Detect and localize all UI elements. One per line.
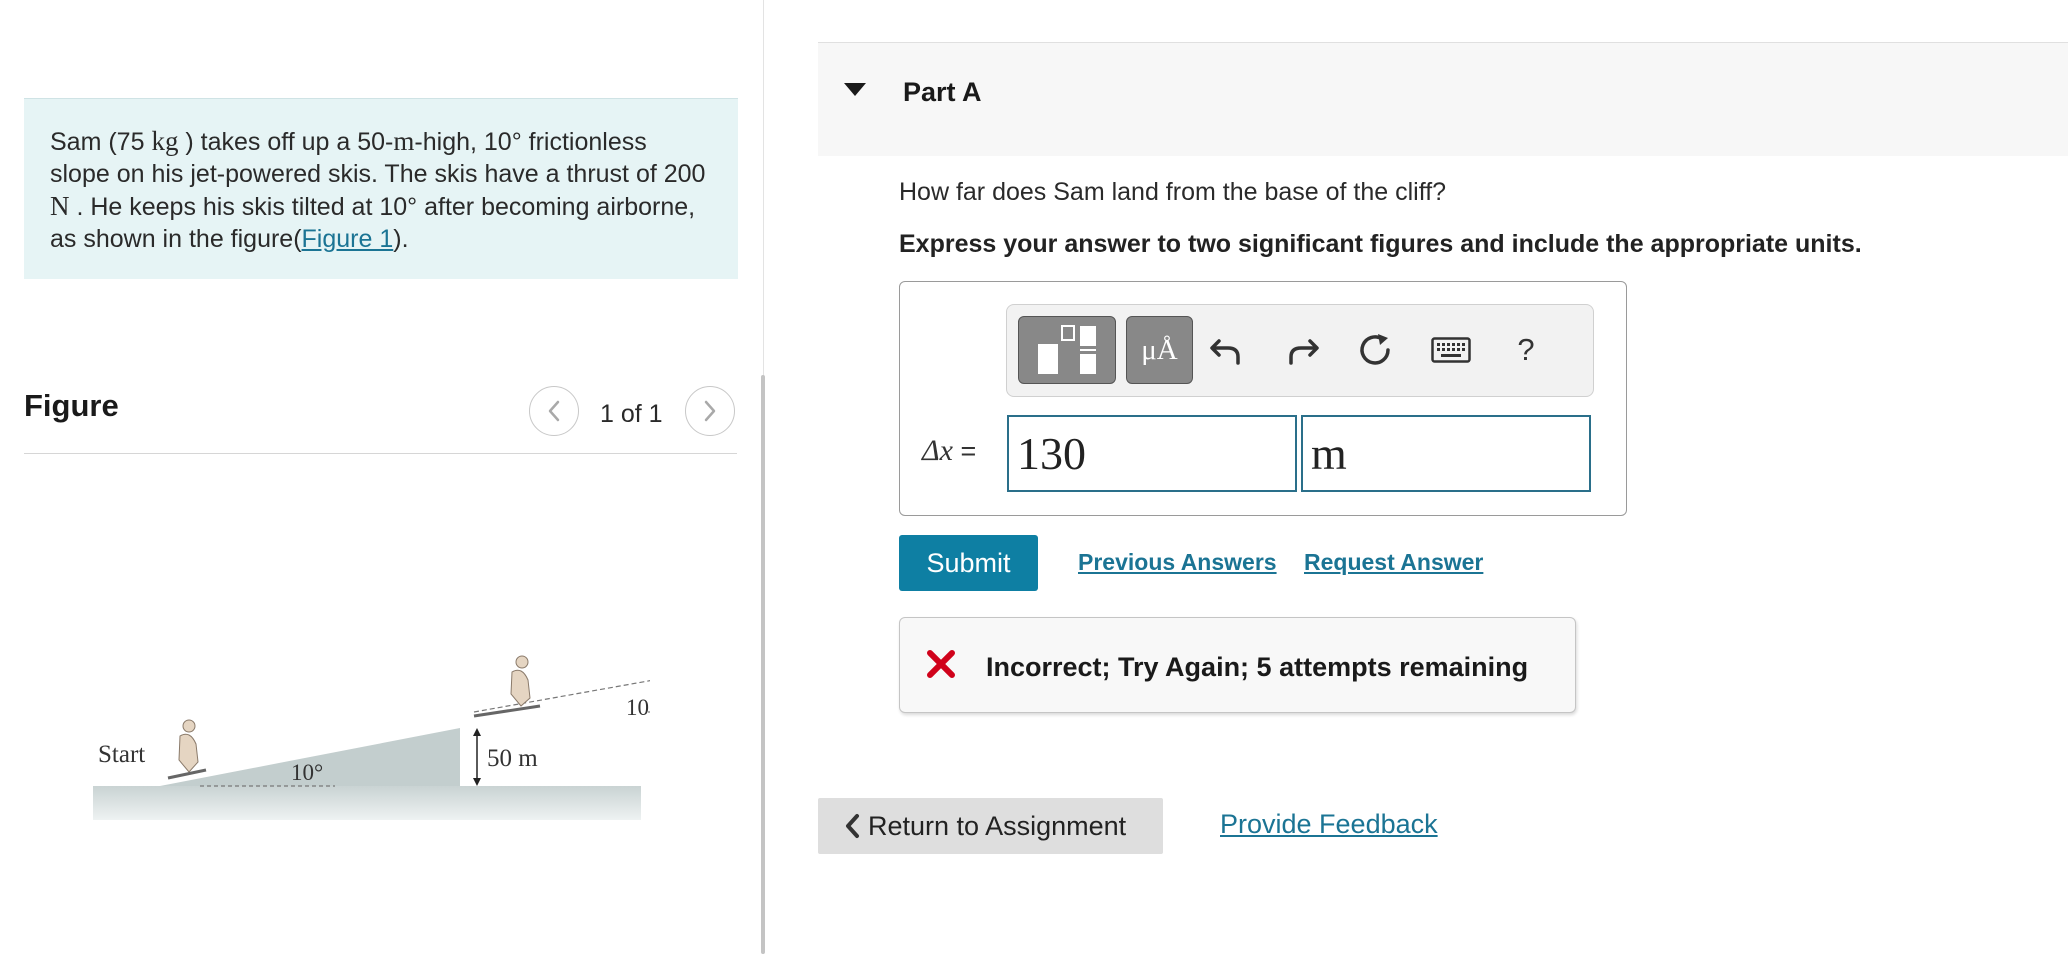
- chevron-left-icon: [548, 400, 560, 422]
- problem-text: ).: [393, 225, 409, 253]
- answer-panel: μÅ ? Δx = 130 m: [899, 281, 1627, 516]
- request-answer-link[interactable]: Request Answer: [1304, 549, 1483, 576]
- part-title: Part A: [903, 77, 982, 107]
- question-text: How far does Sam land from the base of t…: [899, 178, 1447, 206]
- feedback-message: Incorrect; Try Again; 5 attempts remaini…: [986, 652, 1529, 682]
- submit-button[interactable]: Submit: [899, 535, 1038, 591]
- skier-start: [167, 719, 207, 780]
- chevron-left-icon: [846, 814, 859, 838]
- problem-statement: Sam (75 kg ) takes off up a 50-m-high, 1…: [24, 98, 738, 279]
- collapse-caret-icon[interactable]: [844, 83, 866, 97]
- height-unit: m: [393, 126, 415, 156]
- problem-text: ) takes off up a 50-: [178, 128, 394, 156]
- undo-icon: [1210, 339, 1240, 365]
- height-label: 50 m: [487, 745, 538, 772]
- chevron-right-icon: [704, 400, 716, 422]
- figure-page-count: 1 of 1: [600, 400, 663, 428]
- answer-value-input[interactable]: 130: [1007, 415, 1297, 492]
- templates-icon: [1038, 325, 1096, 374]
- help-button[interactable]: ?: [1503, 327, 1549, 373]
- keyboard-icon: [1431, 337, 1471, 363]
- return-to-assignment-button[interactable]: Return to Assignment: [818, 798, 1163, 854]
- next-figure-button[interactable]: [685, 386, 735, 436]
- ground: [93, 786, 641, 820]
- figure-link[interactable]: Figure 1: [302, 225, 394, 253]
- slope-angle-label: 10°: [291, 760, 323, 785]
- jet-angle-label: 10°: [626, 695, 650, 720]
- figure-header: Figure 1 of 1: [24, 372, 737, 454]
- previous-answers-link[interactable]: Previous Answers: [1078, 549, 1277, 576]
- return-label: Return to Assignment: [868, 810, 1127, 841]
- skier-airborne: [473, 655, 541, 718]
- thrust-unit: N: [50, 191, 70, 221]
- templates-button[interactable]: [1018, 316, 1116, 384]
- provide-feedback-link[interactable]: Provide Feedback: [1220, 809, 1438, 840]
- mass-unit: kg: [151, 126, 179, 156]
- reset-button[interactable]: [1352, 327, 1398, 373]
- start-label: Start: [98, 741, 145, 768]
- redo-icon: [1289, 339, 1319, 365]
- figure-title: Figure: [24, 388, 119, 423]
- equals-sign: =: [952, 436, 977, 466]
- keyboard-button[interactable]: [1428, 327, 1474, 373]
- problem-text: Sam (75: [50, 128, 152, 156]
- error-x-icon: [927, 650, 955, 678]
- scrollbar[interactable]: [761, 375, 765, 954]
- math-toolbar: μÅ ?: [1006, 304, 1594, 397]
- variable-symbol: Δx: [922, 434, 953, 467]
- part-header[interactable]: Part A: [818, 42, 2068, 156]
- ski-jump-figure: Start 10° 50 m 10°: [93, 655, 650, 820]
- redo-button[interactable]: [1280, 327, 1326, 373]
- answer-instruction: Express your answer to two significant f…: [899, 230, 1862, 258]
- page: Sam (75 kg ) takes off up a 50-m-high, 1…: [0, 0, 2068, 954]
- previous-figure-button[interactable]: [529, 386, 579, 436]
- answer-unit-input[interactable]: m: [1301, 415, 1591, 492]
- undo-button[interactable]: [1203, 327, 1249, 373]
- units-button[interactable]: μÅ: [1126, 316, 1193, 384]
- feedback-banner: Incorrect; Try Again; 5 attempts remaini…: [899, 617, 1576, 713]
- reset-icon: [1360, 334, 1390, 365]
- problem-pane: Sam (75 kg ) takes off up a 50-m-high, 1…: [0, 0, 763, 954]
- variable-label: Δx =: [922, 434, 976, 468]
